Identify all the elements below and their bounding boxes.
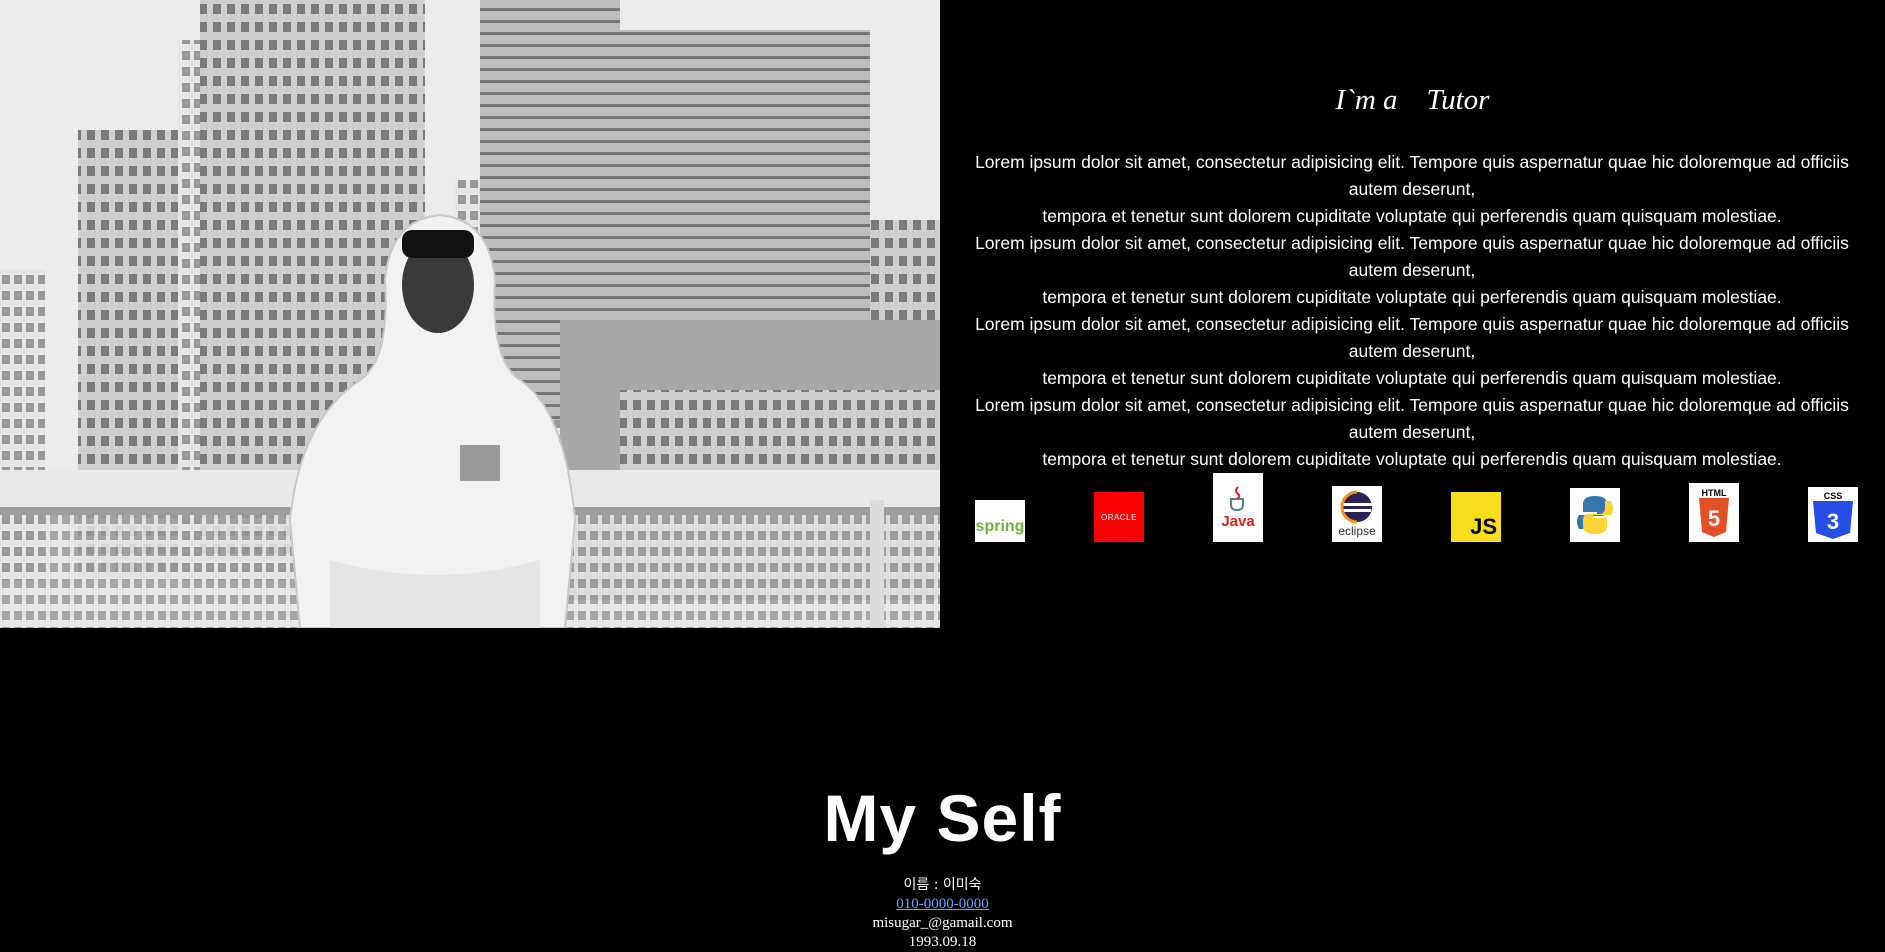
java-logo: Java	[1213, 473, 1263, 542]
myself-section: My Self 이름 : 이미숙 010-0000-0000 misugar_@…	[0, 780, 1885, 952]
myself-heading: My Self	[823, 781, 1062, 855]
intro-text: Lorem ipsum dolor sit amet, consectetur …	[962, 149, 1862, 473]
spring-logo-label: spring	[975, 518, 1025, 535]
svg-text:3: 3	[1827, 509, 1839, 534]
eclipse-logo: eclipse	[1332, 486, 1382, 542]
skill-logos: spring ORACLE Java eclipse JS HTML 5 CSS…	[975, 470, 1865, 545]
javascript-logo: JS	[1451, 492, 1501, 542]
intro-paragraph: tempora et tenetur sunt dolorem cupidita…	[1042, 287, 1782, 307]
svg-text:5: 5	[1708, 506, 1720, 531]
javascript-logo-label: JS	[1470, 514, 1497, 539]
intro-paragraph: Lorem ipsum dolor sit amet, consectetur …	[975, 395, 1849, 442]
html5-logo-label: HTML	[1701, 487, 1727, 498]
intro-paragraph: Lorem ipsum dolor sit amet, consectetur …	[975, 233, 1849, 280]
python-icon	[1577, 496, 1613, 534]
eclipse-logo-label: eclipse	[1338, 524, 1376, 538]
contact-info: 이름 : 이미숙 010-0000-0000 misugar_@gamail.c…	[0, 876, 1885, 952]
css3-logo: CSS 3	[1808, 487, 1858, 542]
phone-link[interactable]: 010-0000-0000	[896, 896, 989, 912]
birth-date: 1993.09.18	[908, 934, 977, 950]
html5-shield-icon: 5	[1699, 497, 1729, 537]
intro-paragraph: tempora et tenetur sunt dolorem cupidita…	[1042, 449, 1782, 469]
css3-logo-label: CSS	[1823, 490, 1843, 501]
oracle-logo-label: ORACLE	[1101, 512, 1137, 522]
java-logo-label: Java	[1221, 513, 1255, 530]
intro-paragraph: Lorem ipsum dolor sit amet, consectetur …	[975, 152, 1849, 199]
intro-title: I`m a Tutor	[1335, 84, 1490, 116]
eclipse-circle-icon	[1340, 490, 1372, 524]
html5-logo: HTML 5	[1689, 483, 1739, 542]
hero-photo	[0, 0, 940, 628]
python-logo	[1570, 488, 1620, 542]
portrait-photo-image	[0, 0, 940, 628]
spring-logo: spring	[975, 500, 1025, 542]
java-cup-icon	[1230, 486, 1244, 512]
email-text: misugar_@gamail.com	[872, 915, 1013, 931]
oracle-logo: ORACLE	[1094, 492, 1144, 542]
name-line: 이름 : 이미숙	[903, 877, 982, 893]
intro-paragraph: tempora et tenetur sunt dolorem cupidita…	[1042, 206, 1782, 226]
intro-paragraph: Lorem ipsum dolor sit amet, consectetur …	[975, 314, 1849, 361]
css3-shield-icon: 3	[1813, 500, 1853, 539]
intro-paragraph: tempora et tenetur sunt dolorem cupidita…	[1042, 368, 1782, 388]
